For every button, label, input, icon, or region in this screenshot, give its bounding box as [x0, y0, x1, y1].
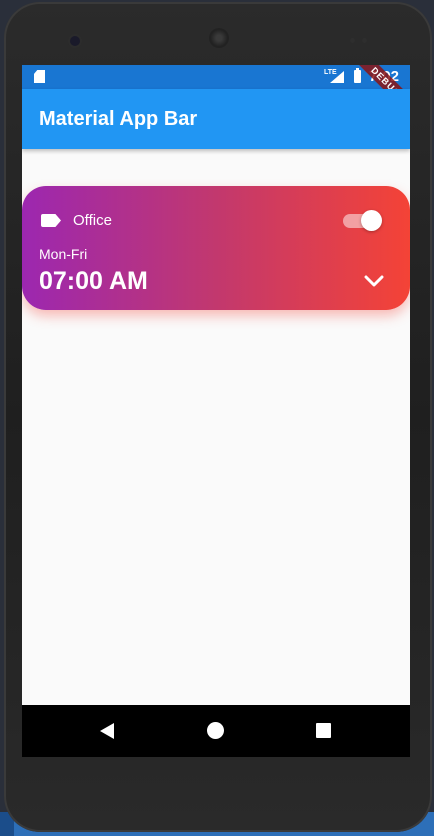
alarm-card[interactable]: Office Mon-Fri 07:00 AM — [22, 186, 410, 310]
recents-icon[interactable] — [316, 723, 331, 738]
home-icon[interactable] — [207, 722, 224, 739]
page-title: Material App Bar — [39, 108, 198, 130]
toggle-thumb — [361, 210, 382, 231]
alarm-label: Office — [73, 212, 112, 229]
proximity-sensor — [350, 38, 355, 43]
earpiece-speaker — [209, 28, 229, 48]
light-sensor — [362, 38, 367, 43]
battery-icon — [354, 68, 361, 83]
alarm-days: Mon-Fri — [39, 246, 88, 262]
system-nav-bar — [22, 705, 410, 757]
status-bar: LTE 7:02 DEBUG — [22, 65, 410, 121]
back-icon[interactable] — [100, 723, 114, 739]
chevron-down-icon[interactable] — [363, 274, 385, 288]
app-bar: Material App Bar — [22, 89, 410, 149]
front-camera — [70, 36, 80, 46]
device-screen: LTE 7:02 DEBUG Material App Bar Office M… — [22, 65, 410, 757]
alarm-toggle[interactable] — [343, 209, 383, 233]
label-icon — [41, 214, 61, 227]
sd-card-icon — [34, 70, 45, 83]
alarm-time: 07:00 AM — [39, 267, 148, 295]
network-type-label: LTE — [324, 69, 337, 76]
